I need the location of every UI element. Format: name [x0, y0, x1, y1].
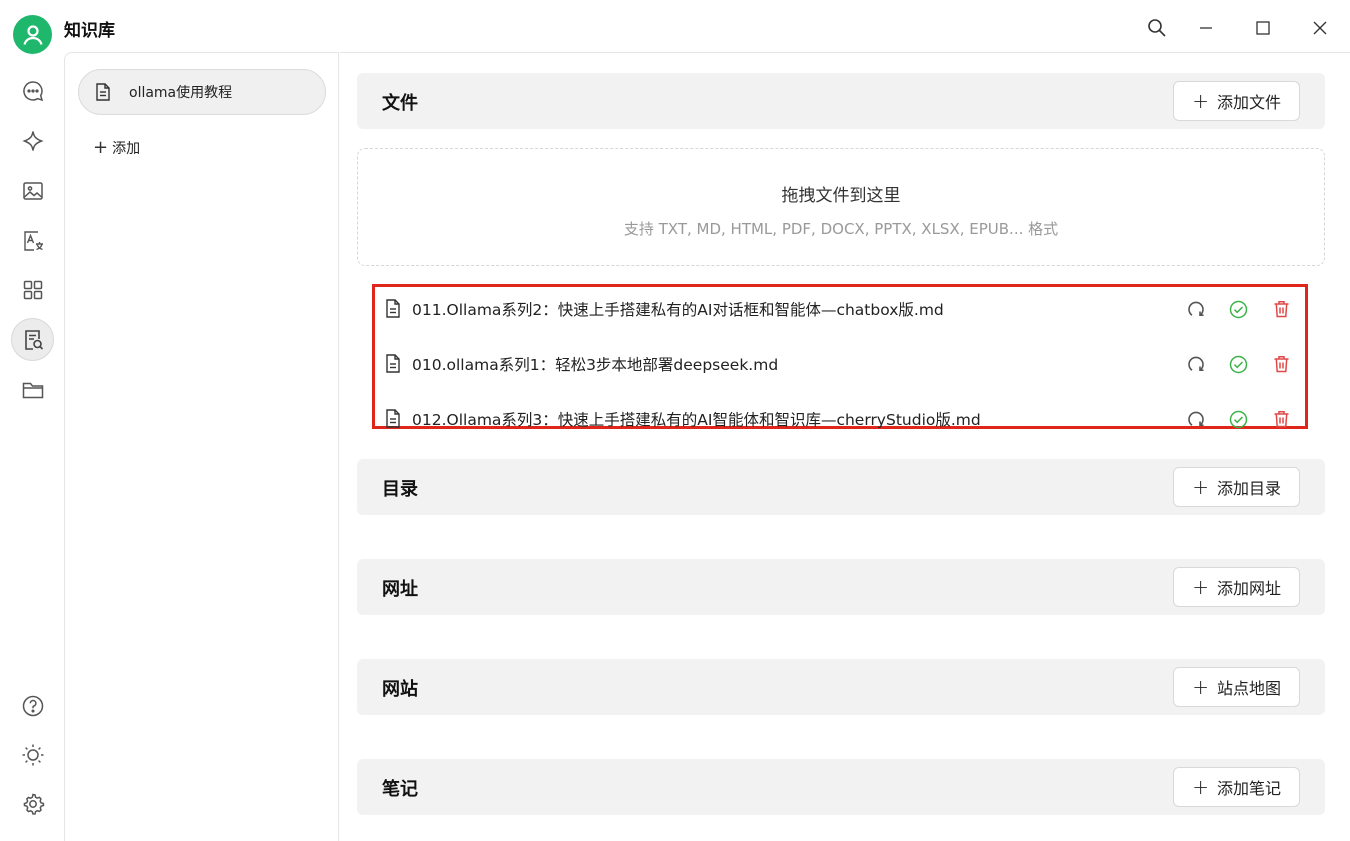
plus-icon: + — [1192, 675, 1209, 699]
plus-icon: + — [1192, 89, 1209, 113]
search-button[interactable] — [1141, 12, 1173, 44]
settings-icon — [23, 793, 44, 815]
rail-item-settings[interactable] — [11, 782, 54, 825]
refresh-icon — [1188, 356, 1204, 371]
delete-button[interactable] — [1271, 354, 1291, 374]
add-directory-label: 添加目录 — [1216, 479, 1281, 498]
image-icon — [22, 181, 43, 200]
app-title: 知识库 — [64, 21, 115, 41]
maximize-button[interactable] — [1247, 12, 1279, 44]
check-circle-icon — [1229, 410, 1247, 428]
file-name: 011.Ollama系列2：快速上手搭建私有的AI对话框和智能体—chatbox… — [412, 301, 944, 319]
add-directory-button[interactable]: + 添加目录 — [1173, 467, 1300, 507]
status-success — [1228, 299, 1248, 319]
sitemap-button[interactable]: + 站点地图 — [1173, 667, 1300, 707]
rail-item-agents[interactable] — [11, 119, 54, 162]
main-content: 文件 + 添加文件 拖拽文件到这里 支持 TXT, MD, HTML, PDF,… — [340, 52, 1350, 841]
notes-section-title: 笔记 — [382, 779, 418, 800]
plus-icon: + — [1192, 475, 1209, 499]
document-icon — [96, 83, 110, 101]
add-url-label: 添加网址 — [1216, 579, 1281, 598]
sparkle-icon — [21, 130, 44, 151]
status-success — [1228, 409, 1248, 429]
delete-button[interactable] — [1271, 299, 1291, 319]
file-list-item: 012.Ollama系列3：快速上手搭建私有的AI智能体和智识库—cherryS… — [375, 399, 1305, 439]
rail-item-translate[interactable] — [11, 219, 54, 262]
rail-item-images[interactable] — [11, 169, 54, 212]
add-knowledge-base-button[interactable]: + 添加 — [93, 137, 140, 158]
file-icon — [386, 409, 400, 428]
rail-item-chat[interactable] — [11, 69, 54, 112]
user-icon — [22, 24, 43, 45]
knowledge-base-item[interactable]: ollama使用教程 — [78, 69, 326, 115]
notes-section-header: 笔记 + 添加笔记 — [357, 759, 1325, 815]
files-section-title: 文件 — [382, 93, 418, 114]
url-section-header: 网址 + 添加网址 — [357, 559, 1325, 615]
rail-item-knowledge[interactable] — [11, 318, 54, 361]
app-window: 知识库 ollama使用教程 + 添加 文件 + 添加文件 拖拽文件到这里 支持… — [0, 0, 1350, 841]
trash-icon — [1274, 411, 1288, 428]
rail-item-files[interactable] — [11, 368, 54, 411]
check-circle-icon — [1229, 300, 1247, 318]
rail-item-apps[interactable] — [11, 268, 54, 311]
file-icon — [386, 299, 400, 318]
status-success — [1228, 354, 1248, 374]
apps-grid-icon — [23, 280, 42, 299]
file-icon — [386, 354, 400, 373]
refresh-button[interactable] — [1186, 409, 1206, 429]
help-icon — [22, 695, 43, 716]
translate-icon — [23, 230, 43, 251]
dropzone-title: 拖拽文件到这里 — [781, 186, 901, 206]
directory-section-title: 目录 — [382, 479, 418, 500]
rail-item-theme[interactable] — [11, 733, 54, 776]
nav-rail — [0, 55, 64, 841]
files-section-header: 文件 + 添加文件 — [357, 73, 1325, 129]
folder-icon — [22, 382, 43, 398]
check-circle-icon — [1229, 355, 1247, 373]
refresh-button[interactable] — [1186, 299, 1206, 319]
plus-icon: + — [1192, 575, 1209, 599]
knowledge-sidebar: ollama使用教程 + 添加 — [64, 52, 339, 841]
dropzone-hint: 支持 TXT, MD, HTML, PDF, DOCX, PPTX, XLSX,… — [623, 220, 1059, 238]
plus-icon: + — [93, 137, 109, 158]
add-url-button[interactable]: + 添加网址 — [1173, 567, 1300, 607]
theme-sun-icon — [22, 744, 43, 765]
file-list-item: 010.ollama系列1：轻松3步本地部署deepseek.md — [375, 344, 1305, 384]
file-name: 010.ollama系列1：轻松3步本地部署deepseek.md — [412, 356, 779, 374]
plus-icon: + — [1192, 775, 1209, 799]
minimize-button[interactable] — [1190, 12, 1222, 44]
file-list-item: 011.Ollama系列2：快速上手搭建私有的AI对话框和智能体—chatbox… — [375, 289, 1305, 329]
knowledge-base-icon — [24, 329, 43, 350]
file-dropzone[interactable]: 拖拽文件到这里 支持 TXT, MD, HTML, PDF, DOCX, PPT… — [357, 148, 1325, 266]
refresh-icon — [1188, 301, 1204, 316]
trash-icon — [1274, 356, 1288, 373]
website-section-title: 网站 — [382, 679, 418, 700]
directory-section-header: 目录 + 添加目录 — [357, 459, 1325, 515]
add-file-label: 添加文件 — [1216, 93, 1281, 112]
add-note-button[interactable]: + 添加笔记 — [1173, 767, 1300, 807]
file-list: 011.Ollama系列2：快速上手搭建私有的AI对话框和智能体—chatbox… — [372, 284, 1308, 429]
search-icon — [1148, 19, 1166, 37]
trash-icon — [1274, 301, 1288, 318]
add-file-button[interactable]: + 添加文件 — [1173, 81, 1300, 121]
knowledge-base-label: ollama使用教程 — [129, 85, 233, 101]
url-section-title: 网址 — [382, 579, 418, 600]
close-button[interactable] — [1304, 12, 1336, 44]
file-name: 012.Ollama系列3：快速上手搭建私有的AI智能体和智识库—cherryS… — [412, 411, 981, 429]
website-section-header: 网站 + 站点地图 — [357, 659, 1325, 715]
delete-button[interactable] — [1271, 409, 1291, 429]
refresh-button[interactable] — [1186, 354, 1206, 374]
user-avatar[interactable] — [13, 15, 52, 54]
rail-item-help[interactable] — [11, 684, 54, 727]
refresh-icon — [1188, 411, 1204, 426]
title-bar: 知识库 — [0, 0, 1350, 55]
chat-bubble-icon — [22, 80, 43, 101]
add-note-label: 添加笔记 — [1216, 779, 1281, 798]
maximize-icon — [1256, 21, 1270, 35]
close-icon — [1313, 21, 1327, 35]
minimize-icon — [1200, 27, 1212, 29]
add-knowledge-base-label: 添加 — [112, 140, 141, 157]
sitemap-label: 站点地图 — [1216, 679, 1281, 698]
